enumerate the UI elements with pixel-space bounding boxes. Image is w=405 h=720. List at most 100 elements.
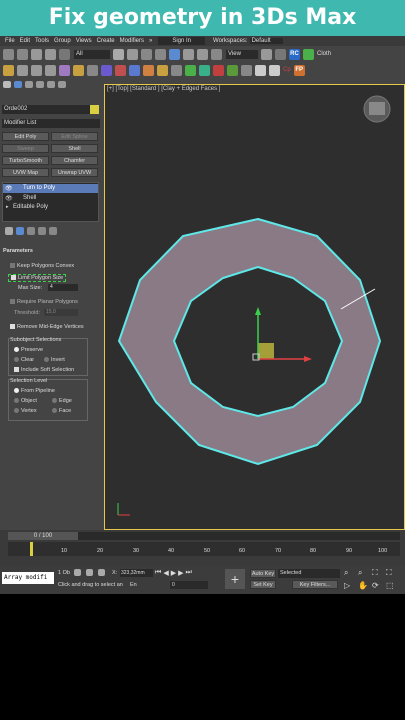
expand-arrow-icon[interactable]: ▸ — [6, 204, 9, 210]
menu-tools[interactable]: Tools — [35, 38, 49, 44]
max-size-spinner[interactable]: 4 — [48, 284, 78, 291]
key-filters-button[interactable]: Key Filters... — [292, 580, 338, 589]
edit-spline-button[interactable]: Edit Spline — [51, 132, 98, 141]
select-object-icon[interactable] — [113, 48, 124, 60]
track-bar[interactable]: 10 20 30 40 50 60 70 80 90 100 — [8, 542, 400, 556]
render-icon[interactable] — [157, 64, 168, 76]
batch-render-icon[interactable] — [241, 64, 252, 76]
goto-start-icon[interactable]: ⏮ — [155, 569, 161, 577]
set-key-button[interactable]: Set Key — [250, 580, 276, 589]
preserve-radio[interactable]: Preserve — [14, 347, 43, 353]
eye-icon[interactable]: 👁 — [5, 195, 13, 202]
stack-item-shell[interactable]: 👁 Shell — [3, 194, 98, 203]
x-coordinate-field[interactable]: 323,32mm — [120, 569, 153, 577]
bind-icon[interactable] — [59, 48, 70, 60]
curve-editor-icon[interactable] — [171, 64, 182, 76]
scale-icon[interactable] — [197, 48, 208, 60]
select-by-name-icon[interactable] — [127, 48, 138, 60]
include-soft-checkbox[interactable]: Include Soft Selection — [14, 367, 74, 373]
menu-create[interactable]: Create — [97, 38, 115, 44]
limit-size-checkbox[interactable]: Limit Polygon Size — [8, 274, 67, 282]
keyboard-shortcut-icon[interactable] — [275, 48, 286, 60]
prev-frame-icon[interactable]: ◀ — [163, 569, 168, 577]
link-icon[interactable] — [31, 48, 42, 60]
hierarchy-tab-icon[interactable] — [25, 80, 33, 88]
key-selection-dropdown[interactable]: Selected — [278, 569, 340, 578]
remove-mid-edge-checkbox[interactable]: Remove Mid-Edge Vertices — [10, 324, 84, 330]
object-color-swatch[interactable] — [90, 105, 99, 114]
gizmo-x-arrow[interactable] — [304, 356, 312, 362]
workspaces-dropdown[interactable]: Default — [249, 38, 283, 44]
mirror-icon[interactable] — [73, 64, 84, 76]
fp-button[interactable]: FP — [293, 64, 305, 76]
configure-sets-icon[interactable] — [49, 227, 57, 235]
create-tab-icon[interactable] — [3, 80, 11, 88]
menu-overflow[interactable]: » — [149, 38, 152, 44]
gizmo-y-arrow[interactable] — [255, 307, 261, 315]
isolate-icon[interactable] — [86, 569, 93, 576]
face-radio[interactable]: Face — [52, 408, 71, 414]
window-crossing-icon[interactable] — [155, 48, 166, 60]
parameters-rollout-title[interactable]: Parameters — [3, 248, 33, 254]
maximize-viewport-icon[interactable]: ⬚ — [386, 581, 394, 590]
snap-icon[interactable] — [3, 64, 14, 76]
motion-tab-icon[interactable] — [36, 80, 44, 88]
chamfer-button[interactable]: Chamfer — [51, 156, 98, 165]
goto-end-icon[interactable]: ⏭ — [185, 569, 191, 577]
reference-coordinate-dropdown[interactable]: View — [226, 49, 258, 59]
uvw-map-button[interactable]: UVW Map — [2, 168, 49, 177]
stack-item-turn-to-poly[interactable]: 👁 Turn to Poly — [3, 184, 98, 193]
shell-button[interactable]: Shell — [51, 144, 98, 153]
display-tab-icon[interactable] — [47, 80, 55, 88]
from-pipeline-radio[interactable]: From Pipeline — [14, 388, 55, 394]
object-radio[interactable]: Object — [14, 398, 37, 404]
particle-view-icon[interactable] — [185, 64, 196, 76]
edit-poly-button[interactable]: Edit Poly — [2, 132, 49, 141]
edge-radio[interactable]: Edge — [52, 398, 72, 404]
spinner-snap-icon[interactable] — [45, 64, 56, 76]
render-setup-icon[interactable] — [129, 64, 140, 76]
time-slider-track[interactable]: 0 / 100 — [8, 532, 400, 540]
clear-radio[interactable]: Clear — [14, 357, 34, 363]
modify-tab-icon[interactable] — [14, 80, 22, 88]
abs-mode-icon[interactable] — [98, 569, 105, 576]
orbit-icon[interactable]: ⟳ — [372, 581, 379, 590]
turbosmooth-button[interactable]: TurboSmooth — [2, 156, 49, 165]
undo-icon[interactable] — [3, 48, 14, 60]
keep-convex-checkbox[interactable]: Keep Polygons Convex — [10, 263, 74, 269]
sweep-button[interactable]: Sweep — [2, 144, 49, 153]
zoom-all-icon[interactable]: ⌕ — [358, 568, 362, 578]
utilities-tab-icon[interactable] — [58, 80, 66, 88]
unwrap-uvw-button[interactable]: Unwrap UVW — [51, 168, 98, 177]
unlink-icon[interactable] — [45, 48, 56, 60]
selection-filter-dropdown[interactable]: All — [74, 49, 110, 59]
current-frame-field[interactable]: 0 — [170, 581, 208, 589]
next-frame-icon[interactable]: ▶ — [178, 569, 183, 577]
placement-icon[interactable] — [211, 48, 222, 60]
zoom-extents-icon[interactable]: ⛶ — [372, 568, 378, 578]
slate-icon[interactable] — [213, 64, 224, 76]
menu-edit[interactable]: Edit — [20, 38, 30, 44]
pan-icon[interactable]: ✋ — [358, 581, 368, 590]
menu-group[interactable]: Group — [54, 38, 71, 44]
angle-snap-icon[interactable] — [17, 64, 28, 76]
play-icon[interactable] — [255, 64, 266, 76]
percent-snap-icon[interactable] — [31, 64, 42, 76]
ring-polygon[interactable] — [117, 217, 382, 466]
cloth-label[interactable]: Cloth — [317, 51, 331, 57]
remove-modifier-icon[interactable] — [38, 227, 46, 235]
auto-key-button[interactable]: Auto Key — [250, 569, 276, 578]
viewcube-face[interactable] — [369, 102, 385, 115]
lock-icon[interactable] — [74, 569, 81, 576]
pivot-icon[interactable] — [261, 48, 272, 60]
maxscript-listener[interactable]: Array modifi — [2, 572, 54, 584]
green-arrow-icon[interactable] — [303, 48, 314, 60]
schematic-view-icon[interactable] — [199, 64, 210, 76]
require-planar-checkbox[interactable]: Require Planar Polygons — [10, 299, 78, 305]
set-key-plus-icon[interactable]: + — [225, 569, 245, 589]
pin-stack-icon[interactable] — [5, 227, 13, 235]
pause-icon[interactable] — [269, 64, 280, 76]
move-icon[interactable] — [169, 48, 180, 60]
menu-modifiers[interactable]: Modifiers — [120, 38, 144, 44]
menu-file[interactable]: File — [5, 38, 15, 44]
